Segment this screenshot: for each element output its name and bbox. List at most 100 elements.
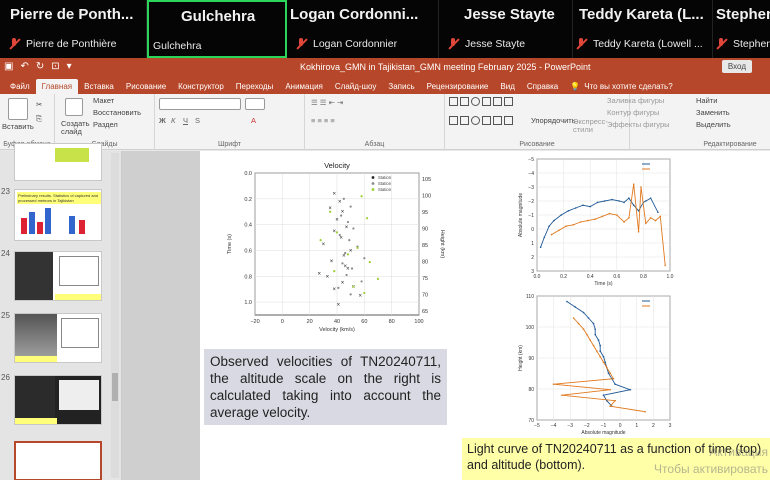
tab-help[interactable]: Справка	[521, 79, 564, 94]
y2-tick-label: 105	[422, 177, 431, 183]
shape-rect-icon[interactable]	[482, 97, 491, 106]
underline-button[interactable]: Ч	[183, 116, 188, 125]
new-slide-button[interactable]: Создать слайд	[61, 120, 91, 136]
scrollbar-thumb[interactable]	[112, 373, 118, 401]
data-point	[567, 210, 570, 212]
data-point-x: ×	[342, 254, 346, 260]
data-point	[349, 293, 352, 296]
cut-icon[interactable]: ✂	[36, 100, 42, 109]
shape-oval-icon[interactable]	[471, 116, 480, 125]
shape-effects-button[interactable]: Эффекты фигуры	[607, 120, 670, 129]
participant-tile-0[interactable]: Pierre de Ponth... Pierre de Ponthière	[0, 0, 147, 58]
tab-draw[interactable]: Рисование	[120, 79, 172, 94]
slide[interactable]: Velocity −20 0 20 40 60 80 100 0.0 0.2 0.4 0.6 0.8 1.…	[200, 151, 770, 480]
quick-styles-button[interactable]: Экспресс-стили	[573, 118, 608, 134]
data-point	[632, 204, 635, 206]
arrange-button[interactable]: Упорядочить	[531, 116, 576, 125]
tab-insert[interactable]: Вставка	[78, 79, 120, 94]
reset-button[interactable]: Восстановить	[93, 108, 141, 117]
data-point	[629, 388, 631, 391]
data-point	[340, 214, 343, 217]
shape-arrow-icon[interactable]	[493, 97, 502, 106]
y-tick-label: 0.2	[244, 197, 252, 203]
thumbnail-slide-current[interactable]	[14, 441, 102, 480]
copy-icon[interactable]: ⎘	[36, 114, 42, 124]
thumbnails-scrollbar[interactable]	[111, 153, 119, 478]
font-name-select[interactable]	[159, 98, 241, 110]
participant-tile-5[interactable]: Stephen Stephen	[713, 0, 770, 58]
data-point	[572, 224, 575, 226]
undo-icon[interactable]: ↶	[20, 61, 28, 72]
tab-file[interactable]: Файл	[4, 79, 36, 94]
shape-outline-button[interactable]: Контур фигуры	[607, 108, 659, 117]
data-point	[637, 231, 640, 233]
participant-tile-1-active[interactable]: Gulchehra Gulchehra	[147, 0, 287, 58]
tab-home[interactable]: Главная	[35, 79, 79, 94]
font-color-icon[interactable]: A	[251, 116, 256, 125]
y2-tick-label: 70	[422, 293, 428, 299]
data-point	[552, 383, 555, 385]
shape-rect-icon[interactable]	[482, 116, 491, 125]
tab-review[interactable]: Рецензирование	[421, 79, 495, 94]
bold-button[interactable]: Ж	[159, 116, 166, 125]
data-point	[645, 222, 647, 225]
italic-button[interactable]: К	[171, 116, 175, 125]
shape-line-icon[interactable]	[449, 97, 458, 106]
x-tick-label: 0	[619, 423, 622, 429]
thumbnail-slide-25[interactable]	[14, 313, 102, 363]
shape-oval-icon[interactable]	[471, 97, 480, 106]
shape-line-icon[interactable]	[449, 116, 458, 125]
tab-animations[interactable]: Анимация	[279, 79, 329, 94]
shape-star-icon[interactable]	[504, 116, 513, 125]
data-point-x: ×	[317, 272, 321, 278]
slide-editor-canvas: Velocity −20 0 20 40 60 80 100 0.0 0.2 0.4 0.6 0.8 1.…	[122, 151, 770, 480]
bullets-icon[interactable]: ☰ ☰ ⇤ ⇥	[311, 98, 343, 107]
layout-button[interactable]: Макет	[93, 96, 114, 105]
thumbnail-slide-26[interactable]	[14, 375, 102, 425]
data-point	[356, 246, 359, 249]
tab-design[interactable]: Конструктор	[172, 79, 230, 94]
tab-view[interactable]: Вид	[494, 79, 520, 94]
tab-transitions[interactable]: Переходы	[230, 79, 280, 94]
participant-tile-4[interactable]: Teddy Kareta (L... Teddy Kareta (Lowell …	[573, 0, 713, 58]
thumbnail-slide-23[interactable]: Preliminary results. Statistics of captu…	[14, 189, 102, 241]
shape-rect-icon[interactable]	[460, 97, 469, 106]
save-icon[interactable]: ▣	[4, 61, 13, 72]
participant-tile-3[interactable]: Jesse Stayte Jesse Stayte	[439, 0, 573, 58]
select-button[interactable]: Выделить	[696, 120, 731, 129]
present-icon[interactable]: ⊡	[51, 61, 59, 72]
shape-arrow-icon[interactable]	[493, 116, 502, 125]
customize-qat-icon[interactable]: ▾	[67, 61, 72, 72]
sign-in-button[interactable]: Вход	[721, 60, 752, 73]
x-tick-label: 40	[334, 319, 340, 325]
shapes-gallery[interactable]	[449, 97, 513, 133]
align-icons[interactable]: ≡ ≡ ≡ ≡	[311, 116, 335, 125]
replace-button[interactable]: Заменить	[696, 108, 730, 117]
new-slide-icon[interactable]	[65, 98, 83, 116]
thumbnail-slide-24[interactable]	[14, 251, 102, 301]
participant-tile-2[interactable]: Logan Cordonni... Logan Cordonnier	[287, 0, 439, 58]
data-point	[582, 311, 585, 314]
redo-icon[interactable]: ↻	[36, 61, 44, 72]
data-point	[586, 219, 589, 222]
x-axis-label: Time (s)	[594, 281, 612, 287]
strike-button[interactable]: S	[195, 116, 200, 125]
data-point	[644, 410, 646, 413]
shape-rect-icon[interactable]	[460, 116, 469, 125]
tab-slideshow[interactable]: Слайд-шоу	[329, 79, 382, 94]
font-size-select[interactable]	[245, 98, 265, 110]
paste-icon[interactable]	[8, 98, 28, 120]
paste-label[interactable]: Вставить	[2, 122, 34, 131]
shape-fill-button[interactable]: Заливка фигуры	[607, 96, 664, 105]
find-button[interactable]: Найти	[696, 96, 717, 105]
tell-me-search[interactable]: 💡 Что вы хотите сделать?	[564, 79, 678, 94]
data-point	[319, 239, 322, 242]
group-editing-label: Редактирование	[703, 141, 757, 148]
data-point	[599, 355, 601, 358]
thumbnail-slide-22[interactable]	[14, 143, 102, 181]
section-button[interactable]: Раздел	[93, 120, 118, 129]
velocity-caption[interactable]: Observed velocities of TN20240711, the a…	[204, 349, 447, 425]
shape-triangle-icon[interactable]	[504, 97, 513, 106]
tab-record[interactable]: Запись	[382, 79, 420, 94]
data-point	[599, 344, 601, 347]
